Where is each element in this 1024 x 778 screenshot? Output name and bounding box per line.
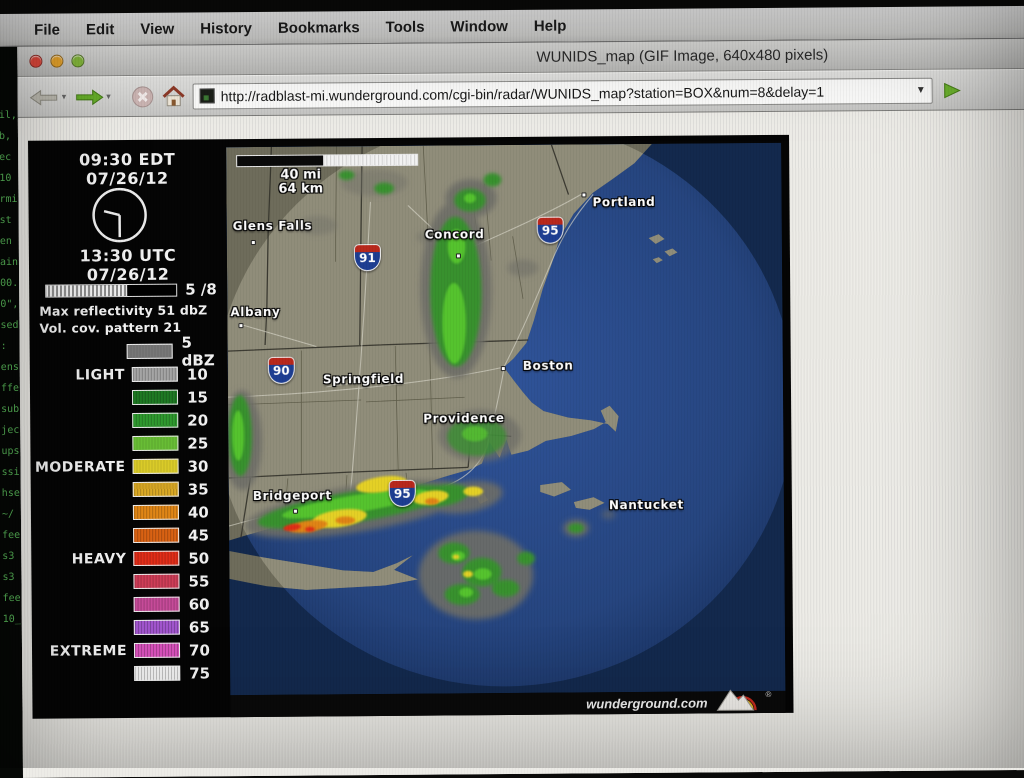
forward-arrow-icon: [72, 86, 105, 108]
map-scale-bar: [236, 154, 418, 167]
city-label-nantucket: Nantucket: [609, 498, 684, 513]
wunderground-banner: wunderground.com ®: [230, 691, 785, 717]
menu-edit[interactable]: Edit: [73, 21, 127, 38]
map-scale-labels: 40 mi 64 km: [278, 168, 323, 196]
radar-legend-panel: 09:30 EDT 07/26/12 13:30 UTC 07/26/12 5 …: [28, 139, 231, 719]
menu-tools[interactable]: Tools: [373, 18, 438, 36]
city-dot-portland: [581, 192, 586, 197]
menu-view[interactable]: View: [127, 20, 187, 37]
clock-icon: [88, 186, 150, 246]
radar-local-time: 09:30 EDT: [28, 149, 226, 170]
interstate-shield-91-icon: 91: [354, 244, 381, 271]
city-label-boston: Boston: [523, 359, 574, 373]
legend-swatch: [134, 666, 180, 681]
legend-row: 40: [31, 500, 229, 525]
legend-row: 20: [30, 408, 228, 433]
back-button[interactable]: ▾: [28, 86, 67, 108]
legend-row: MODERATE30: [30, 454, 228, 479]
city-label-springfield: Springfield: [323, 372, 404, 387]
legend-row: HEAVY50: [31, 546, 229, 571]
radar-utc-time: 13:30 UTC: [29, 245, 227, 266]
legend-swatch: [134, 620, 180, 635]
legend-row: 65: [32, 615, 230, 640]
dbz-color-scale: 5 dBZ LIGHT10 15 20 25 MODERATE30 35 40 …: [30, 339, 231, 686]
radar-map: 40 mi 64 km Glens Falls Concord Portland…: [226, 143, 785, 695]
wunderground-logo-icon: [715, 686, 757, 712]
legend-swatch: [134, 643, 180, 658]
registered-mark: ®: [765, 689, 771, 698]
menu-history[interactable]: History: [187, 19, 265, 37]
legend-row: 45: [31, 523, 229, 548]
forward-dropdown-icon[interactable]: ▾: [106, 91, 111, 102]
url-history-dropdown-icon[interactable]: ▼: [916, 85, 926, 96]
city-dot-boston: [501, 366, 506, 371]
legend-swatch: [134, 597, 180, 612]
back-arrow-icon: [28, 86, 61, 108]
menu-bookmarks[interactable]: Bookmarks: [265, 19, 373, 37]
menu-help[interactable]: Help: [521, 17, 580, 34]
city-label-concord: Concord: [425, 227, 485, 241]
go-arrow-icon: [939, 78, 965, 102]
interstate-shield-90-icon: 90: [268, 357, 295, 384]
home-icon: [161, 84, 187, 108]
site-favicon: [200, 88, 215, 103]
legend-swatch: [133, 459, 179, 474]
city-label-providence: Providence: [423, 411, 505, 426]
stop-icon: [131, 84, 155, 108]
frame-progress: 5 /8: [45, 280, 217, 299]
city-label-albany: Albany: [230, 305, 280, 319]
url-text[interactable]: http://radblast-mi.wunderground.com/cgi-…: [221, 82, 910, 103]
stop-button[interactable]: [131, 84, 155, 108]
go-button[interactable]: [939, 78, 965, 102]
city-dot-concord: [456, 253, 461, 258]
city-dot-glens-falls: [251, 240, 256, 245]
city-label-portland: Portland: [592, 195, 655, 209]
legend-row: 5 dBZ: [30, 339, 228, 364]
legend-row: LIGHT10: [30, 362, 228, 387]
legend-row: 35: [31, 477, 229, 502]
legend-swatch: [132, 413, 178, 428]
scale-km: 64 km: [278, 182, 323, 196]
legend-swatch: [133, 482, 179, 497]
city-label-glens-falls: Glens Falls: [233, 219, 313, 234]
legend-row: 75: [32, 661, 230, 686]
close-button[interactable]: [29, 55, 42, 68]
legend-row: 15: [30, 385, 228, 410]
legend-swatch: [133, 528, 179, 543]
window-title: WUNIDS_map (GIF Image, 640x480 pixels): [536, 47, 828, 66]
legend-row: EXTREME70: [32, 638, 230, 663]
home-button[interactable]: [161, 84, 187, 108]
back-dropdown-icon[interactable]: ▾: [62, 92, 67, 103]
zoom-button[interactable]: [71, 54, 84, 67]
interstate-shield-95-south-icon: 95: [389, 480, 416, 507]
interstate-shield-95-north-icon: 95: [537, 217, 564, 244]
legend-row: 60: [32, 592, 230, 617]
forward-button[interactable]: ▾: [72, 86, 111, 108]
legend-row: 25: [30, 431, 228, 456]
city-dot-albany: [238, 323, 243, 328]
legend-row: 55: [31, 569, 229, 594]
menu-window[interactable]: Window: [437, 17, 520, 35]
legend-swatch: [133, 505, 179, 520]
url-field[interactable]: http://radblast-mi.wunderground.com/cgi-…: [193, 77, 933, 109]
browser-window: WUNIDS_map (GIF Image, 640x480 pixels) ▾…: [17, 36, 1024, 777]
legend-swatch: [132, 367, 178, 382]
city-dot-bridgeport: [293, 509, 298, 514]
max-reflectivity-text: Max reflectivity 51 dbZ: [39, 302, 229, 318]
frame-progress-bar: [45, 283, 177, 297]
legend-swatch: [132, 436, 178, 451]
legend-swatch: [133, 551, 179, 566]
menu-file[interactable]: File: [21, 21, 73, 38]
screen-photo: File Edit View History Bookmarks Tools W…: [0, 6, 1024, 778]
page-content: 09:30 EDT 07/26/12 13:30 UTC 07/26/12 5 …: [18, 108, 1024, 777]
legend-swatch: [127, 344, 173, 359]
wunderground-credit: wunderground.com: [586, 695, 707, 711]
city-label-bridgeport: Bridgeport: [253, 488, 332, 503]
legend-swatch: [133, 574, 179, 589]
minimize-button[interactable]: [50, 55, 63, 68]
legend-swatch: [132, 390, 178, 405]
radar-image: 09:30 EDT 07/26/12 13:30 UTC 07/26/12 5 …: [28, 135, 794, 719]
frame-progress-label: 5 /8: [185, 280, 217, 298]
